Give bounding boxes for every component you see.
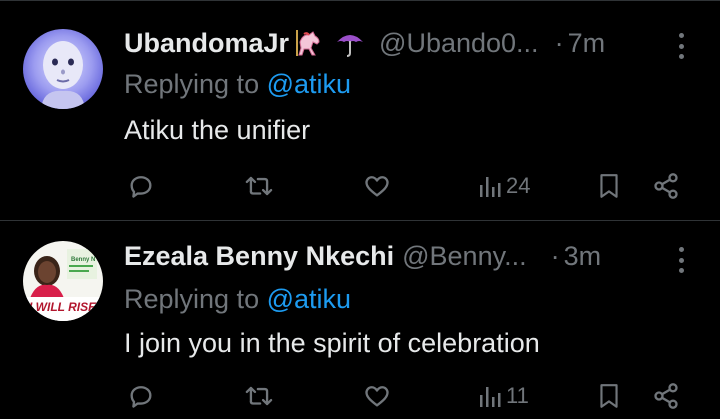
tweet-header: Ezeala Benny Nkechi @Benny... · 3m — [124, 236, 692, 276]
views-count: 24 — [506, 173, 531, 198]
share-button[interactable] — [652, 378, 680, 414]
separator-dot: · — [550, 240, 560, 271]
handle[interactable]: @Benny... — [402, 241, 526, 272]
like-button[interactable] — [363, 378, 391, 414]
mention-link[interactable]: @atiku — [267, 284, 351, 314]
views-chart-icon — [480, 177, 501, 197]
share-icon — [654, 173, 678, 199]
bookmark-icon — [600, 174, 618, 198]
action-bar: 24 — [0, 168, 720, 204]
retweet-icon — [245, 176, 273, 196]
reply-button[interactable] — [127, 168, 155, 204]
replying-prefix: Replying to — [124, 284, 260, 314]
timestamp[interactable]: 7m — [568, 28, 606, 59]
retweet-button[interactable] — [244, 168, 274, 204]
handle[interactable]: @Ubando0... — [379, 28, 539, 59]
views-button[interactable]: 11 — [478, 378, 529, 414]
replying-to: Replying to @atiku — [124, 284, 351, 315]
display-name[interactable]: UbandomaJr — [124, 28, 289, 59]
avatar-text: I WILL RISE UP — [29, 300, 103, 314]
umbrella-icon — [335, 28, 365, 58]
more-options-icon[interactable] — [676, 247, 686, 273]
display-name[interactable]: Ezeala Benny Nkechi — [124, 241, 394, 272]
action-bar: 11 — [0, 378, 720, 414]
more-options-icon[interactable] — [676, 33, 686, 59]
heart-icon — [365, 176, 389, 197]
bookmark-button[interactable] — [596, 168, 622, 204]
reply-icon — [130, 176, 152, 198]
heart-icon — [365, 386, 389, 407]
reply-feed: UbandomaJr @Ubando0... · 7m Replying to … — [0, 0, 720, 419]
bookmark-icon — [600, 384, 618, 408]
reply-icon — [130, 386, 152, 408]
bookmark-button[interactable] — [596, 378, 622, 414]
replying-prefix: Replying to — [124, 69, 260, 99]
reply-button[interactable] — [127, 378, 155, 414]
retweet-button[interactable] — [244, 378, 274, 414]
tweet-text: Atiku the unifier — [124, 115, 311, 145]
divider — [0, 0, 720, 10]
tweet-text: I join you in the spirit of celebration — [124, 328, 540, 358]
svg-text:Benny N: Benny N — [71, 257, 95, 263]
reply-tweet[interactable]: Benny N I WILL RISE UP Ezeala Benny Nkec… — [0, 222, 720, 419]
like-button[interactable] — [363, 168, 391, 204]
tweet-header: UbandomaJr @Ubando0... · 7m — [124, 23, 692, 63]
avatar[interactable] — [23, 29, 103, 109]
mention-link[interactable]: @atiku — [267, 69, 351, 99]
views-count: 11 — [506, 383, 529, 408]
views-button[interactable]: 24 — [478, 168, 530, 204]
share-button[interactable] — [652, 168, 680, 204]
retweet-icon — [245, 386, 273, 406]
timestamp[interactable]: 3m — [564, 241, 602, 272]
views-chart-icon — [480, 387, 501, 407]
replying-to: Replying to @atiku — [124, 69, 351, 100]
separator-dot: · — [554, 27, 564, 58]
avatar[interactable]: Benny N I WILL RISE UP — [23, 241, 103, 321]
carousel-horse-icon — [291, 28, 325, 58]
reply-tweet[interactable]: UbandomaJr @Ubando0... · 7m Replying to … — [0, 0, 720, 221]
share-icon — [654, 383, 678, 409]
